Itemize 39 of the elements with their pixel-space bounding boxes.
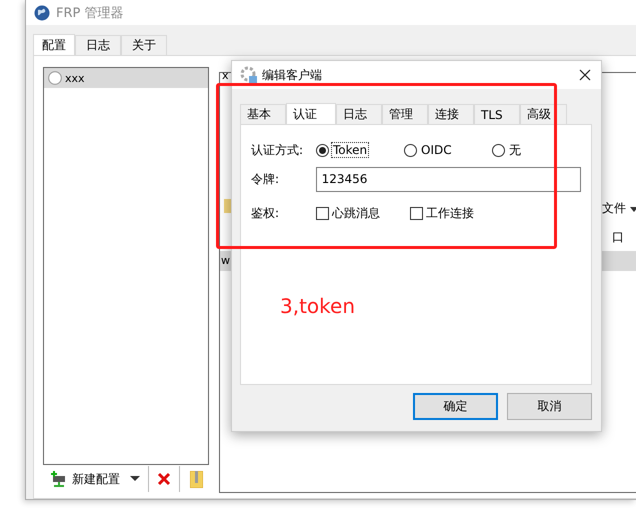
dialog-tab[interactable]: TLS <box>474 104 520 124</box>
window-title: FRP 管理器 <box>56 4 124 22</box>
dialog-tab[interactable]: 日志 <box>336 104 382 124</box>
dialog-tab[interactable]: 管理 <box>382 104 428 124</box>
auth-method-radio[interactable]: Token <box>316 143 404 157</box>
scope-checkbox[interactable]: 工作连接 <box>410 204 504 222</box>
dialog-button[interactable]: 确定 <box>413 393 498 420</box>
token-label: 令牌: <box>251 170 280 188</box>
row-fragment: w <box>221 254 230 267</box>
scope-checkbox[interactable]: 心跳消息 <box>316 204 410 222</box>
config-item[interactable]: xxx <box>44 68 208 88</box>
close-button[interactable] <box>577 67 593 83</box>
main-tab[interactable]: 关于 <box>121 35 167 55</box>
monitor-plus-icon <box>51 471 67 487</box>
dialog-title: 编辑客户端 <box>262 66 323 84</box>
globe-icon <box>34 4 50 20</box>
dialog-tab[interactable]: 高级 <box>520 104 567 124</box>
auth-method-label: 认证方式: <box>251 142 304 158</box>
new-config-button[interactable]: 新建配置 <box>49 467 122 491</box>
token-field[interactable]: 123456 <box>316 166 581 192</box>
column-header-fragment: 口 <box>612 229 624 246</box>
delete-icon[interactable] <box>157 472 171 486</box>
scope-label: 鉴权: <box>251 204 280 222</box>
caret-icon[interactable] <box>630 207 636 212</box>
annotation-text: 3,token <box>280 294 356 318</box>
main-tab[interactable]: 日志 <box>75 35 121 55</box>
dialog-tab[interactable]: 连接 <box>428 104 474 124</box>
status-circle-icon <box>48 71 62 85</box>
zip-folder-icon[interactable] <box>190 470 203 488</box>
dialog-tab[interactable]: 基本 <box>240 104 286 124</box>
auth-method-radio[interactable]: 无 <box>492 142 580 158</box>
gear-icon <box>240 66 258 84</box>
dialog-button[interactable]: 取消 <box>507 393 592 420</box>
files-button[interactable]: 文件 <box>602 200 626 217</box>
auth-method-radio[interactable]: OIDC <box>404 143 492 157</box>
main-tab[interactable]: 配置 <box>33 34 75 56</box>
caret-icon[interactable] <box>130 476 140 482</box>
panel-title-fragment: x <box>222 69 229 82</box>
dialog-tab[interactable]: 认证 <box>286 103 336 125</box>
